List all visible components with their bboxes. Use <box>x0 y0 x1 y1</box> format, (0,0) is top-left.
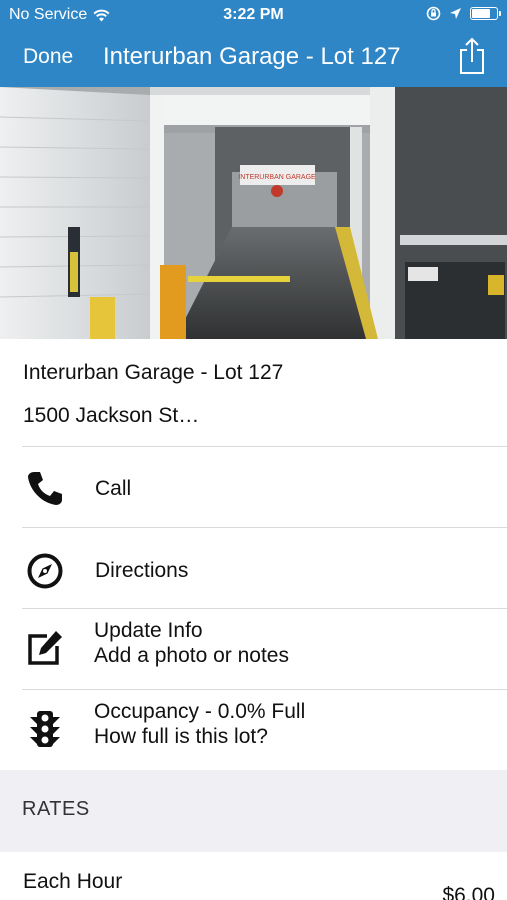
edit-icon <box>28 631 62 665</box>
rates-header-label: RATES <box>22 798 90 820</box>
directions-label: Directions <box>95 559 189 582</box>
garage-entrance-image: INTERURBAN GARAGE <box>0 87 507 339</box>
phone-icon <box>28 472 62 505</box>
row-divider <box>22 527 507 528</box>
occupancy-row[interactable]: Occupancy - 0.0% Full How full is this l… <box>0 689 507 770</box>
lot-address[interactable]: 1500 Jackson St… <box>23 404 199 428</box>
row-divider <box>22 689 507 690</box>
battery-fill <box>472 9 490 18</box>
update-info-label: Update Info <box>94 619 203 642</box>
directions-row[interactable]: Directions <box>0 527 507 608</box>
garage-sign-text: INTERURBAN GARAGE <box>238 174 316 181</box>
done-button[interactable]: Done <box>23 45 73 69</box>
lot-photo: INTERURBAN GARAGE <box>0 87 507 339</box>
app-header: No Service 3:22 PM Done Interurban Garag… <box>0 0 507 87</box>
rate-label: Each Hour <box>23 870 123 893</box>
rate-price: $6.00 <box>442 884 495 900</box>
update-info-sublabel: Add a photo or notes <box>94 644 289 667</box>
traffic-light-icon <box>30 711 60 747</box>
row-divider <box>22 608 507 609</box>
occupancy-sublabel: How full is this lot? <box>94 725 268 748</box>
rate-row: Each Hour $6.00 <box>0 852 507 900</box>
navigation-bar: Done Interurban Garage - Lot 127 <box>0 30 507 87</box>
rates-section-header: RATES <box>0 770 507 852</box>
occupancy-label: Occupancy - 0.0% Full <box>94 700 306 723</box>
lot-name: Interurban Garage - Lot 127 <box>23 361 284 384</box>
compass-icon <box>27 553 63 589</box>
call-label: Call <box>95 477 132 500</box>
share-icon[interactable] <box>457 37 487 75</box>
page-title: Interurban Garage - Lot 127 <box>103 43 401 70</box>
update-info-row[interactable]: Update Info Add a photo or notes <box>0 608 507 689</box>
status-indicators <box>426 6 501 21</box>
battery-icon <box>470 7 501 20</box>
call-row[interactable]: Call <box>0 446 507 527</box>
location-arrow-icon <box>450 8 461 19</box>
status-bar: No Service 3:22 PM <box>0 0 507 30</box>
rotation-lock-icon <box>426 6 441 21</box>
row-divider <box>22 446 507 447</box>
